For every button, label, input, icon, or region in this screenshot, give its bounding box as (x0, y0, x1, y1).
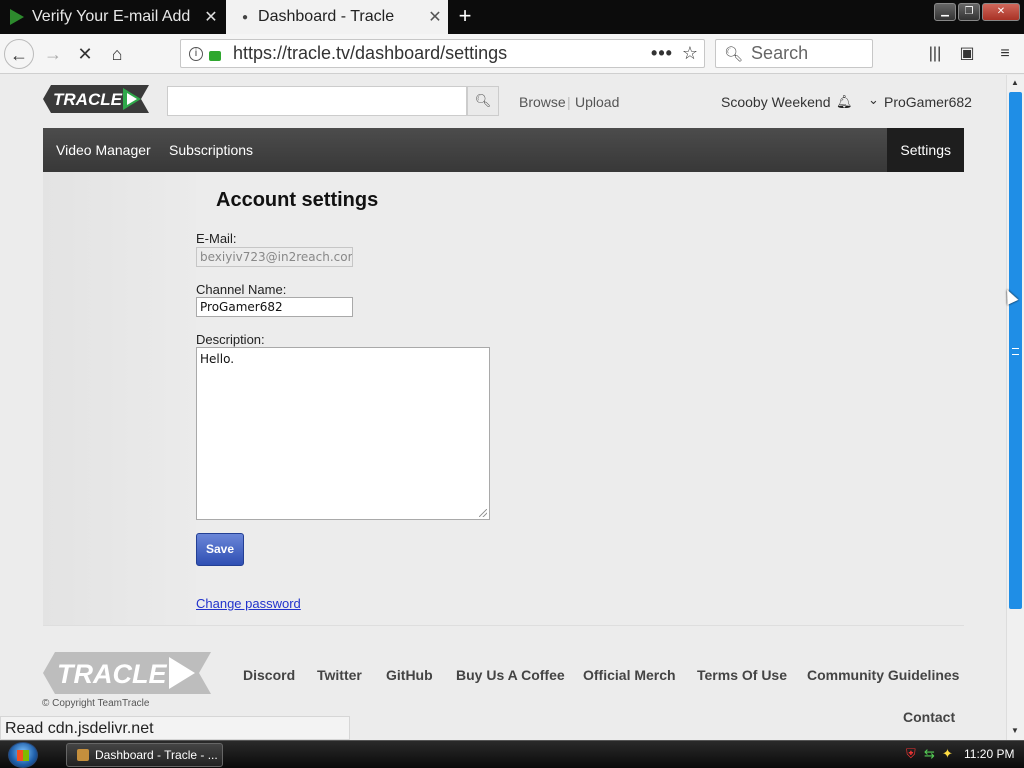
upload-link[interactable]: Upload (575, 94, 619, 110)
browse-link[interactable]: Browse (519, 94, 566, 110)
footer-link-github[interactable]: GitHub (386, 667, 433, 683)
page-title: Account settings (216, 189, 379, 211)
chevron-down-icon[interactable]: ⌄ (868, 92, 879, 108)
description-textarea[interactable]: Hello. (196, 347, 490, 520)
save-button[interactable]: Save (196, 533, 244, 566)
footer-link-discord[interactable]: Discord (243, 667, 295, 683)
scroll-up-icon[interactable]: ▲ (1011, 78, 1019, 87)
dashboard-menu-bar: Video Manager Subscriptions Settings (43, 128, 964, 172)
menu-subscriptions[interactable]: Subscriptions (156, 128, 266, 172)
search-icon: 🔍︎ (724, 45, 744, 63)
taskbar-window-title: Dashboard - Tracle - ... (95, 748, 218, 762)
security-shield-icon[interactable]: ⛨ (906, 746, 916, 762)
hamburger-menu-icon[interactable]: ≡ (990, 39, 1020, 69)
dashboard-sidebar (43, 172, 196, 625)
new-tab-button[interactable]: + (452, 4, 478, 30)
scrollbar-grip-icon (1012, 348, 1019, 355)
home-icon[interactable]: ⌂ (102, 39, 132, 69)
footer-link-contact[interactable]: Contact (903, 709, 955, 725)
minimize-button[interactable]: ▁ (934, 3, 956, 21)
library-icon[interactable]: ||| (920, 39, 950, 69)
scrollbar-thumb[interactable] (1009, 92, 1022, 609)
page-scrollbar[interactable]: ▲ ▼ (1006, 75, 1024, 740)
resize-handle-icon[interactable] (479, 509, 487, 517)
window-controls: ▁ ❐ ✕ (934, 3, 1020, 21)
copyright-text: © Copyright TeamTracle (42, 698, 150, 709)
close-window-button[interactable]: ✕ (982, 3, 1020, 21)
logo-text: TRACLE (53, 90, 123, 109)
forward-button[interactable]: → (38, 39, 68, 69)
browser-search-input[interactable]: 🔍︎ Search (715, 39, 873, 68)
tracle-favicon-icon (10, 9, 24, 25)
windows-logo-icon (17, 750, 29, 761)
scroll-down-icon[interactable]: ▼ (1011, 726, 1019, 735)
site-info-icon[interactable]: i (189, 46, 203, 61)
footer-link-twitter[interactable]: Twitter (317, 667, 362, 683)
footer-link-terms-of-use[interactable]: Terms Of Use (697, 667, 787, 683)
user-menu[interactable]: ProGamer682 (884, 94, 972, 110)
maximize-button[interactable]: ❐ (958, 3, 980, 21)
footer-tracle-logo[interactable]: TRACLE (43, 652, 211, 694)
tab-dashboard[interactable]: ● Dashboard - Tracle ✕ (226, 0, 448, 34)
status-bar: Read cdn.jsdelivr.net (0, 716, 350, 740)
address-bar[interactable]: i https://tracle.tv/dashboard/settings •… (180, 39, 705, 68)
sidebar-toggle-icon[interactable]: ▣ (952, 39, 982, 69)
taskbar-window-button[interactable]: Dashboard - Tracle - ... (66, 743, 223, 767)
close-tab-icon[interactable]: ✕ (198, 7, 224, 27)
search-placeholder: Search (751, 43, 809, 63)
os-taskbar: Dashboard - Tracle - ... ⛨ ⇆ ✦ 11:20 PM (0, 740, 1024, 768)
menu-settings[interactable]: Settings (887, 128, 964, 172)
menu-video-manager[interactable]: Video Manager (43, 128, 164, 172)
site-search-button[interactable]: 🔍︎ (467, 86, 499, 116)
email-field: bexiyiv723@in2reach.com (196, 247, 353, 267)
tracle-logo[interactable]: TRACLE (43, 85, 149, 113)
scooby-weekend-link[interactable]: Scooby Weekend (721, 94, 830, 110)
notification-icon[interactable]: ✦ (942, 746, 953, 762)
footer-divider (43, 625, 964, 626)
stop-loading-button[interactable]: ✕ (70, 39, 100, 69)
channel-name-label: Channel Name: (196, 282, 287, 297)
footer-logo-text: TRACLE (57, 659, 167, 689)
web-page: TRACLE 🔍︎ Browse | Upload Scooby Weekend… (0, 75, 1006, 740)
network-icon[interactable]: ⇆ (924, 746, 935, 762)
footer-link-official-merch[interactable]: Official Merch (583, 667, 676, 683)
description-label: Description: (196, 332, 265, 347)
bookmark-star-icon[interactable]: ☆ (676, 43, 704, 64)
system-clock[interactable]: 11:20 PM (964, 747, 1014, 761)
description-text: Hello. (200, 352, 235, 366)
browser-tab-bar: Verify Your E-mail Add ✕ ● Dashboard - T… (0, 0, 1024, 34)
page-actions-icon[interactable]: ••• (648, 43, 676, 64)
link-separator: | (567, 94, 571, 110)
close-tab-icon[interactable]: ✕ (422, 7, 448, 27)
firefox-icon (77, 749, 89, 761)
channel-name-field[interactable]: ProGamer682 (196, 297, 353, 317)
tab-title: Dashboard - Tracle (258, 8, 395, 25)
footer-link-buy-us-a-coffee[interactable]: Buy Us A Coffee (456, 667, 565, 683)
start-button[interactable] (8, 742, 38, 768)
url-text[interactable]: https://tracle.tv/dashboard/settings (233, 43, 648, 64)
footer-link-community-guidelines[interactable]: Community Guidelines (807, 667, 959, 683)
site-search-input[interactable] (167, 86, 467, 116)
email-label: E-Mail: (196, 231, 237, 246)
tab-title: Verify Your E-mail Add (32, 8, 191, 25)
browser-nav-bar: ← → ✕ ⌂ i https://tracle.tv/dashboard/se… (0, 34, 1024, 74)
search-icon: 🔍︎ (474, 93, 492, 108)
tab-verify-email[interactable]: Verify Your E-mail Add ✕ (0, 0, 224, 34)
back-button[interactable]: ← (4, 39, 34, 69)
bell-icon[interactable]: 🔔︎ (836, 94, 853, 110)
lock-icon (209, 50, 221, 61)
loading-dot-icon: ● (242, 11, 249, 23)
change-password-link[interactable]: Change password (196, 596, 301, 611)
